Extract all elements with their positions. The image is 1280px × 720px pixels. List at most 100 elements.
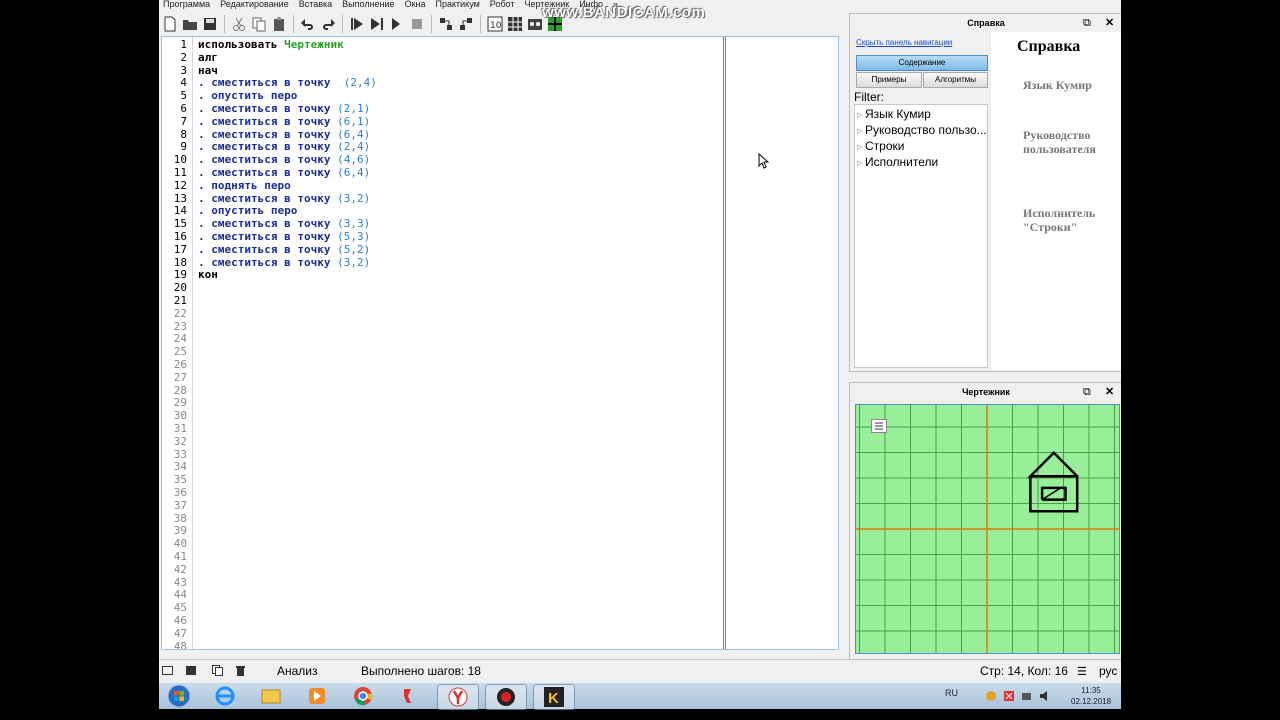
open-folder-icon[interactable]	[181, 15, 199, 33]
run-icon[interactable]	[348, 15, 366, 33]
stop-icon[interactable]	[408, 15, 426, 33]
close-icon[interactable]: ✕	[1105, 18, 1114, 29]
help-link-kumir[interactable]: Язык Кумир	[1023, 78, 1093, 92]
tree-item-strings[interactable]: ▷ Строки	[857, 139, 904, 153]
code-token: сместиться в точку	[211, 255, 331, 269]
code-token: (	[330, 255, 344, 269]
tree-item-label: Строки	[865, 139, 905, 153]
hide-navigation-link[interactable]: Скрыть панель навигации	[856, 38, 952, 47]
code-token: .	[198, 217, 212, 231]
close-icon[interactable]: ✕	[1105, 387, 1114, 398]
toolbar-separator	[342, 15, 343, 33]
line-number: 48	[173, 639, 187, 650]
line-number: 46	[173, 614, 187, 627]
tree-item-user-guide[interactable]: ▷ Руководство пользо...	[857, 123, 987, 137]
copy-output-icon[interactable]	[212, 665, 223, 676]
code-area[interactable]: использовать Чертежник алг нач. сместиться…	[194, 37, 724, 649]
expand-arrow-icon[interactable]: ▷	[857, 143, 865, 151]
expand-arrow-icon[interactable]: ▷	[857, 127, 865, 135]
tree-item-label: Исполнители	[865, 155, 939, 169]
line-number: 42	[173, 562, 187, 576]
media-player-icon[interactable]	[297, 684, 337, 708]
save-icon[interactable]	[201, 15, 219, 33]
console-icon[interactable]	[162, 665, 173, 676]
menu-robot[interactable]: Робот	[490, 0, 515, 9]
clear-output-icon[interactable]	[235, 665, 246, 676]
code-token: ,	[350, 242, 357, 256]
explorer-icon[interactable]	[251, 684, 291, 708]
help-link-strings[interactable]: Исполнитель "Строки"	[1023, 206, 1095, 234]
step-icon[interactable]	[388, 15, 406, 33]
code-token: опустить перо	[211, 204, 298, 218]
code-token: (	[330, 242, 344, 256]
code-token: ,	[350, 102, 357, 115]
yandex-browser-icon[interactable]	[389, 684, 429, 708]
keyboard-language: рус	[1099, 664, 1118, 678]
code-token: (	[330, 153, 344, 167]
code-line[interactable]: . сместиться в точку (3,2)	[198, 255, 370, 270]
contents-button[interactable]: Содержание	[856, 55, 988, 71]
menu-edit[interactable]: Редактирование	[220, 0, 289, 9]
undo-icon[interactable]	[299, 15, 317, 33]
tray-network-icon[interactable]	[1021, 690, 1033, 702]
code-token: 2	[356, 255, 364, 269]
code-editor[interactable]: 1 2 3 4 5 6 7 8 9 10 11 12 13 14 15 16 17 18 19 20 21 22 23 24 2…	[161, 36, 839, 650]
redo-icon[interactable]	[319, 15, 337, 33]
ie-icon[interactable]	[205, 684, 245, 708]
help-link-user-guide[interactable]: Руководство пользователя	[1023, 128, 1096, 156]
code-token: (	[330, 127, 344, 141]
drawing-canvas[interactable]	[855, 404, 1120, 654]
undock-icon[interactable]: ⧉	[1083, 18, 1091, 29]
undock-icon[interactable]: ⧉	[1083, 387, 1091, 398]
code-token: .	[198, 76, 212, 90]
code-token: ,	[350, 153, 357, 167]
bandicam-icon[interactable]	[485, 684, 527, 710]
tray-language[interactable]: RU	[945, 688, 958, 698]
tray-flag-icon[interactable]	[1003, 690, 1015, 702]
cut-icon[interactable]	[230, 15, 248, 33]
code-token: 3	[356, 230, 364, 243]
line-number: 27	[173, 370, 187, 384]
run-step-icon[interactable]	[368, 15, 386, 33]
tray-app-icon[interactable]	[985, 690, 997, 702]
step-into-icon[interactable]	[437, 15, 455, 33]
kumir-taskbar-icon[interactable]: K	[533, 684, 575, 710]
save-output-icon[interactable]	[186, 665, 197, 676]
step-out-icon[interactable]	[457, 15, 475, 33]
expand-arrow-icon[interactable]: ▷	[857, 159, 865, 167]
code-line[interactable]: использовать Чертежник	[198, 38, 344, 52]
tray-clock[interactable]: 11:35 02.12.2018	[1071, 685, 1111, 707]
start-button[interactable]	[159, 684, 199, 708]
menu-program[interactable]: Программа	[163, 0, 210, 9]
analysis-label: Анализ	[277, 664, 318, 678]
menu-run[interactable]: Выполнение	[342, 0, 394, 9]
table-icon[interactable]	[506, 15, 524, 33]
code-token: ,	[350, 140, 357, 154]
menu-windows[interactable]: Окна	[405, 0, 426, 9]
line-number: 26	[173, 358, 187, 371]
examples-button[interactable]: Примеры	[856, 72, 922, 88]
tree-item-executors[interactable]: ▷ Исполнители	[857, 155, 938, 169]
paste-icon[interactable]	[270, 15, 288, 33]
code-token: .	[198, 102, 212, 115]
code-line[interactable]: кон	[198, 268, 218, 282]
new-file-icon[interactable]	[161, 15, 179, 33]
filter-label: Filter:	[854, 90, 884, 104]
code-token: 4	[356, 166, 364, 179]
tray-volume-icon[interactable]	[1039, 690, 1051, 702]
tree-item-kumir[interactable]: ▷ Язык Кумир	[857, 107, 931, 121]
expand-arrow-icon[interactable]: ▷	[857, 111, 865, 119]
algorithms-button[interactable]: Алгоритмы	[923, 72, 988, 88]
code-token: сместиться в точку	[211, 114, 331, 128]
menu-insert[interactable]: Вставка	[299, 0, 332, 9]
canvas-menu-icon[interactable]	[871, 419, 887, 433]
mouse-cursor-icon	[758, 153, 770, 169]
menu-practicum[interactable]: Практикум	[435, 0, 479, 9]
yandex-icon[interactable]	[437, 684, 479, 710]
code-token: (	[330, 217, 344, 231]
toolbar-separator	[224, 15, 225, 33]
chrome-icon[interactable]	[343, 684, 383, 708]
line-number: 41	[173, 550, 187, 563]
variables-icon[interactable]: 10	[486, 15, 504, 33]
copy-icon[interactable]	[250, 15, 268, 33]
